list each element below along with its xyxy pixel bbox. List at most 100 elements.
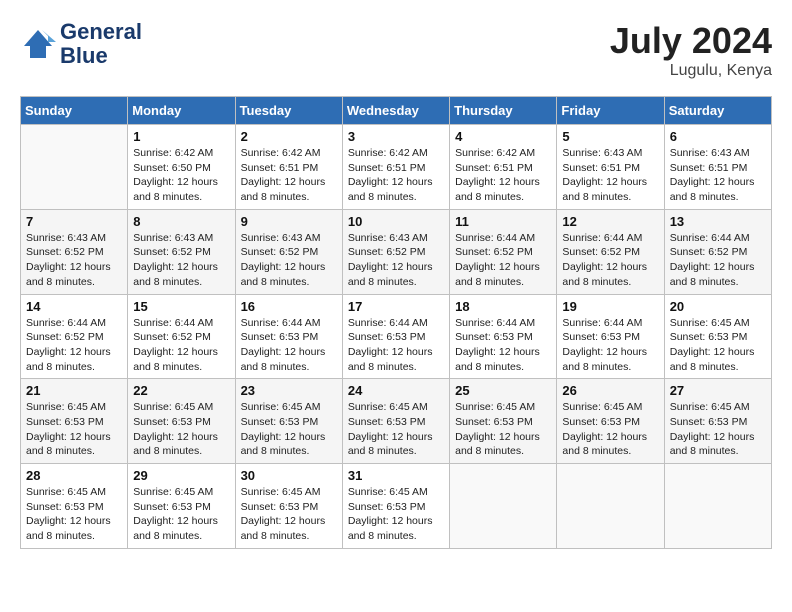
calendar-day-cell: 22 Sunrise: 6:45 AMSunset: 6:53 PMDayligh… — [128, 379, 235, 464]
day-info: Sunrise: 6:45 AMSunset: 6:53 PMDaylight:… — [241, 400, 337, 459]
day-number: 28 — [26, 468, 122, 483]
calendar-day-cell: 28 Sunrise: 6:45 AMSunset: 6:53 PMDayligh… — [21, 464, 128, 549]
day-number: 7 — [26, 214, 122, 229]
day-number: 25 — [455, 383, 551, 398]
day-info: Sunrise: 6:43 AMSunset: 6:51 PMDaylight:… — [562, 146, 658, 205]
calendar-week-row: 1 Sunrise: 6:42 AMSunset: 6:50 PMDaylight… — [21, 125, 772, 210]
calendar-day-cell: 5 Sunrise: 6:43 AMSunset: 6:51 PMDaylight… — [557, 125, 664, 210]
day-number: 3 — [348, 129, 444, 144]
day-number: 18 — [455, 299, 551, 314]
day-number: 5 — [562, 129, 658, 144]
day-info: Sunrise: 6:45 AMSunset: 6:53 PMDaylight:… — [455, 400, 551, 459]
day-info: Sunrise: 6:45 AMSunset: 6:53 PMDaylight:… — [348, 400, 444, 459]
day-info: Sunrise: 6:45 AMSunset: 6:53 PMDaylight:… — [670, 316, 766, 375]
calendar-day-cell — [664, 464, 771, 549]
weekday-header-row: SundayMondayTuesdayWednesdayThursdayFrid… — [21, 97, 772, 125]
day-info: Sunrise: 6:42 AMSunset: 6:51 PMDaylight:… — [455, 146, 551, 205]
day-info: Sunrise: 6:45 AMSunset: 6:53 PMDaylight:… — [133, 400, 229, 459]
day-info: Sunrise: 6:45 AMSunset: 6:53 PMDaylight:… — [26, 485, 122, 544]
day-info: Sunrise: 6:45 AMSunset: 6:53 PMDaylight:… — [670, 400, 766, 459]
weekday-header-cell: Wednesday — [342, 97, 449, 125]
calendar-day-cell: 7 Sunrise: 6:43 AMSunset: 6:52 PMDaylight… — [21, 209, 128, 294]
day-number: 1 — [133, 129, 229, 144]
calendar-day-cell: 24Sunrise: 6:45 AMSunset: 6:53 PMDayligh… — [342, 379, 449, 464]
calendar-day-cell: 31Sunrise: 6:45 AMSunset: 6:53 PMDayligh… — [342, 464, 449, 549]
calendar-day-cell: 20 Sunrise: 6:45 AMSunset: 6:53 PMDayligh… — [664, 294, 771, 379]
day-number: 6 — [670, 129, 766, 144]
weekday-header-cell: Tuesday — [235, 97, 342, 125]
calendar-day-cell: 30 Sunrise: 6:45 AMSunset: 6:53 PMDayligh… — [235, 464, 342, 549]
day-number: 16 — [241, 299, 337, 314]
day-info: Sunrise: 6:43 AMSunset: 6:51 PMDaylight:… — [670, 146, 766, 205]
weekday-header-cell: Thursday — [450, 97, 557, 125]
page-header: General Blue July 2024 Lugulu, Kenya — [20, 20, 772, 80]
logo-icon — [20, 26, 56, 62]
location: Lugulu, Kenya — [610, 62, 772, 80]
month-year: July 2024 — [610, 20, 772, 62]
calendar-day-cell: 23 Sunrise: 6:45 AMSunset: 6:53 PMDayligh… — [235, 379, 342, 464]
calendar-week-row: 21 Sunrise: 6:45 AMSunset: 6:53 PMDayligh… — [21, 379, 772, 464]
day-info: Sunrise: 6:43 AMSunset: 6:52 PMDaylight:… — [26, 231, 122, 290]
day-number: 13 — [670, 214, 766, 229]
day-number: 22 — [133, 383, 229, 398]
day-number: 2 — [241, 129, 337, 144]
calendar-day-cell: 27 Sunrise: 6:45 AMSunset: 6:53 PMDayligh… — [664, 379, 771, 464]
day-number: 11 — [455, 214, 551, 229]
calendar-day-cell: 2 Sunrise: 6:42 AMSunset: 6:51 PMDaylight… — [235, 125, 342, 210]
calendar-day-cell: 29Sunrise: 6:45 AMSunset: 6:53 PMDayligh… — [128, 464, 235, 549]
day-info: Sunrise: 6:44 AMSunset: 6:52 PMDaylight:… — [455, 231, 551, 290]
day-number: 4 — [455, 129, 551, 144]
calendar-day-cell: 1 Sunrise: 6:42 AMSunset: 6:50 PMDaylight… — [128, 125, 235, 210]
calendar-day-cell: 15Sunrise: 6:44 AMSunset: 6:52 PMDayligh… — [128, 294, 235, 379]
day-number: 21 — [26, 383, 122, 398]
calendar-week-row: 7 Sunrise: 6:43 AMSunset: 6:52 PMDaylight… — [21, 209, 772, 294]
calendar-day-cell: 21 Sunrise: 6:45 AMSunset: 6:53 PMDayligh… — [21, 379, 128, 464]
calendar-day-cell: 9Sunrise: 6:43 AMSunset: 6:52 PMDaylight… — [235, 209, 342, 294]
day-info: Sunrise: 6:42 AMSunset: 6:51 PMDaylight:… — [241, 146, 337, 205]
calendar-day-cell: 3 Sunrise: 6:42 AMSunset: 6:51 PMDaylight… — [342, 125, 449, 210]
day-number: 26 — [562, 383, 658, 398]
day-number: 12 — [562, 214, 658, 229]
day-number: 27 — [670, 383, 766, 398]
day-info: Sunrise: 6:45 AMSunset: 6:53 PMDaylight:… — [562, 400, 658, 459]
calendar-day-cell: 8Sunrise: 6:43 AMSunset: 6:52 PMDaylight… — [128, 209, 235, 294]
day-info: Sunrise: 6:44 AMSunset: 6:53 PMDaylight:… — [241, 316, 337, 375]
weekday-header-cell: Saturday — [664, 97, 771, 125]
day-info: Sunrise: 6:45 AMSunset: 6:53 PMDaylight:… — [26, 400, 122, 459]
calendar-week-row: 14Sunrise: 6:44 AMSunset: 6:52 PMDayligh… — [21, 294, 772, 379]
day-info: Sunrise: 6:44 AMSunset: 6:53 PMDaylight:… — [455, 316, 551, 375]
calendar-day-cell: 12Sunrise: 6:44 AMSunset: 6:52 PMDayligh… — [557, 209, 664, 294]
calendar-day-cell: 14Sunrise: 6:44 AMSunset: 6:52 PMDayligh… — [21, 294, 128, 379]
calendar-day-cell: 11 Sunrise: 6:44 AMSunset: 6:52 PMDayligh… — [450, 209, 557, 294]
day-info: Sunrise: 6:42 AMSunset: 6:50 PMDaylight:… — [133, 146, 229, 205]
calendar-day-cell: 17Sunrise: 6:44 AMSunset: 6:53 PMDayligh… — [342, 294, 449, 379]
day-number: 15 — [133, 299, 229, 314]
calendar-day-cell: 19Sunrise: 6:44 AMSunset: 6:53 PMDayligh… — [557, 294, 664, 379]
weekday-header-cell: Monday — [128, 97, 235, 125]
weekday-header-cell: Sunday — [21, 97, 128, 125]
calendar-day-cell — [557, 464, 664, 549]
day-info: Sunrise: 6:45 AMSunset: 6:53 PMDaylight:… — [348, 485, 444, 544]
day-info: Sunrise: 6:43 AMSunset: 6:52 PMDaylight:… — [348, 231, 444, 290]
day-info: Sunrise: 6:44 AMSunset: 6:52 PMDaylight:… — [670, 231, 766, 290]
calendar-body: 1 Sunrise: 6:42 AMSunset: 6:50 PMDaylight… — [21, 125, 772, 549]
logo: General Blue — [20, 20, 142, 68]
day-number: 30 — [241, 468, 337, 483]
day-info: Sunrise: 6:43 AMSunset: 6:52 PMDaylight:… — [241, 231, 337, 290]
day-number: 20 — [670, 299, 766, 314]
day-info: Sunrise: 6:43 AMSunset: 6:52 PMDaylight:… — [133, 231, 229, 290]
day-number: 10 — [348, 214, 444, 229]
calendar-day-cell — [21, 125, 128, 210]
weekday-header-cell: Friday — [557, 97, 664, 125]
day-info: Sunrise: 6:42 AMSunset: 6:51 PMDaylight:… — [348, 146, 444, 205]
logo-text: General Blue — [60, 20, 142, 68]
day-info: Sunrise: 6:45 AMSunset: 6:53 PMDaylight:… — [133, 485, 229, 544]
day-info: Sunrise: 6:45 AMSunset: 6:53 PMDaylight:… — [241, 485, 337, 544]
calendar-day-cell: 18 Sunrise: 6:44 AMSunset: 6:53 PMDayligh… — [450, 294, 557, 379]
calendar-day-cell: 13 Sunrise: 6:44 AMSunset: 6:52 PMDayligh… — [664, 209, 771, 294]
day-info: Sunrise: 6:44 AMSunset: 6:52 PMDaylight:… — [26, 316, 122, 375]
day-info: Sunrise: 6:44 AMSunset: 6:53 PMDaylight:… — [562, 316, 658, 375]
calendar-week-row: 28 Sunrise: 6:45 AMSunset: 6:53 PMDayligh… — [21, 464, 772, 549]
day-number: 23 — [241, 383, 337, 398]
calendar-day-cell: 4 Sunrise: 6:42 AMSunset: 6:51 PMDaylight… — [450, 125, 557, 210]
